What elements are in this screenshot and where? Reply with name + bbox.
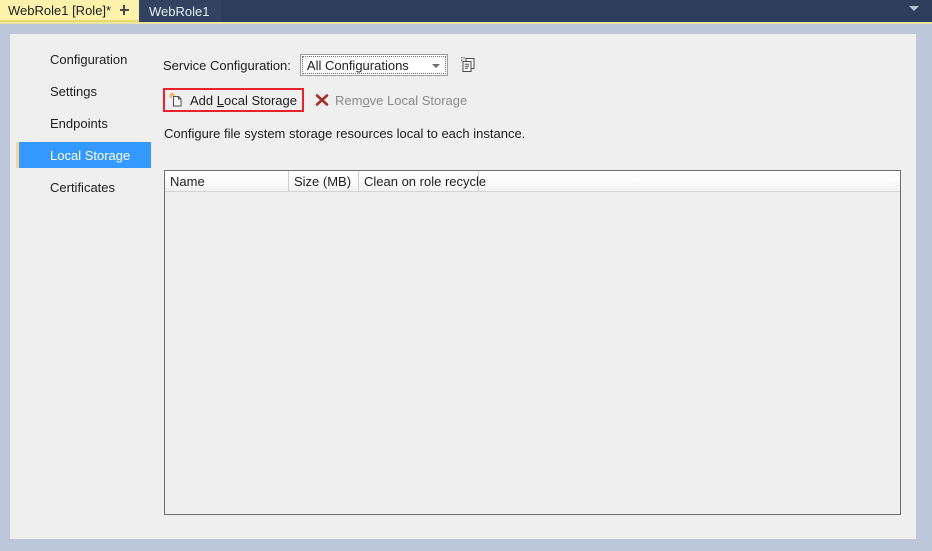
role-designer-surface: Configuration Settings Endpoints Local S… [10,34,916,539]
service-configuration-select[interactable]: All Configurations [299,54,448,76]
service-configuration-label: Service Configuration: [163,57,291,73]
grid-column-header-label: Size (MB) [294,173,352,189]
grid-column-header-label: Name [170,173,205,189]
service-configuration-row: Service Configuration: All Configuration… [163,54,479,76]
tab-webrole1-role-label: WebRole1 [Role]* [8,2,112,18]
local-storage-grid[interactable]: Name Size (MB) Clean on role recycle [164,170,901,515]
pin-icon[interactable] [119,4,132,17]
grid-column-header-name[interactable]: Name [165,171,289,191]
pane-description: Configure file system storage resources … [164,126,526,141]
sidebar-item-label: Endpoints [50,115,108,131]
sidebar-item-certificates[interactable]: Certificates [18,174,151,200]
grid-column-header-size-mb[interactable]: Size (MB) [289,171,359,191]
visual-studio-role-designer-window: WebRole1 [Role]* ✕ WebRole1 Configuratio… [0,0,932,551]
sidebar-item-local-storage[interactable]: Local Storage [16,142,151,168]
sidebar-item-label: Settings [50,83,97,99]
tab-webrole1-role[interactable]: WebRole1 [Role]* ✕ [0,0,156,22]
add-local-storage-label: Add Local Storage [190,92,297,108]
sidebar-item-label: Certificates [50,179,116,195]
red-x-icon [314,92,330,108]
tab-webrole1[interactable]: WebRole1 [139,0,222,22]
add-local-storage-button[interactable]: Add Local Storage [163,88,304,112]
local-storage-toolbar: Add Local Storage Remove Local Storage [163,86,467,114]
designer-category-sidebar: Configuration Settings Endpoints Local S… [10,34,155,539]
sidebar-item-label: Configuration [50,51,128,67]
remove-local-storage-label: Remove Local Storage [334,92,468,108]
grid-column-header-label: Clean on role recycle [364,173,487,189]
new-document-icon [169,92,185,108]
sidebar-item-label: Local Storage [50,147,131,163]
chevron-down-icon[interactable] [909,6,919,11]
local-storage-pane: Service Configuration: All Configuration… [155,34,916,539]
sidebar-item-endpoints[interactable]: Endpoints [18,110,151,136]
service-configuration-select-inner: All Configurations [301,56,446,74]
tab-webrole1-label: WebRole1 [149,3,210,19]
remove-local-storage-button: Remove Local Storage [314,88,467,112]
document-tab-strip: WebRole1 [Role]* ✕ WebRole1 [0,0,932,22]
chevron-down-icon[interactable] [431,64,440,68]
grid-body-empty[interactable] [165,192,900,514]
sidebar-item-settings[interactable]: Settings [18,78,151,104]
sidebar-item-configuration[interactable]: Configuration [18,46,151,72]
grid-column-header-clean-on-role-recycle[interactable]: Clean on role recycle [359,171,486,191]
service-configuration-value: All Configurations [306,57,409,73]
copy-configuration-icon[interactable] [459,55,479,75]
grid-header-row: Name Size (MB) Clean on role recycle [165,171,900,192]
